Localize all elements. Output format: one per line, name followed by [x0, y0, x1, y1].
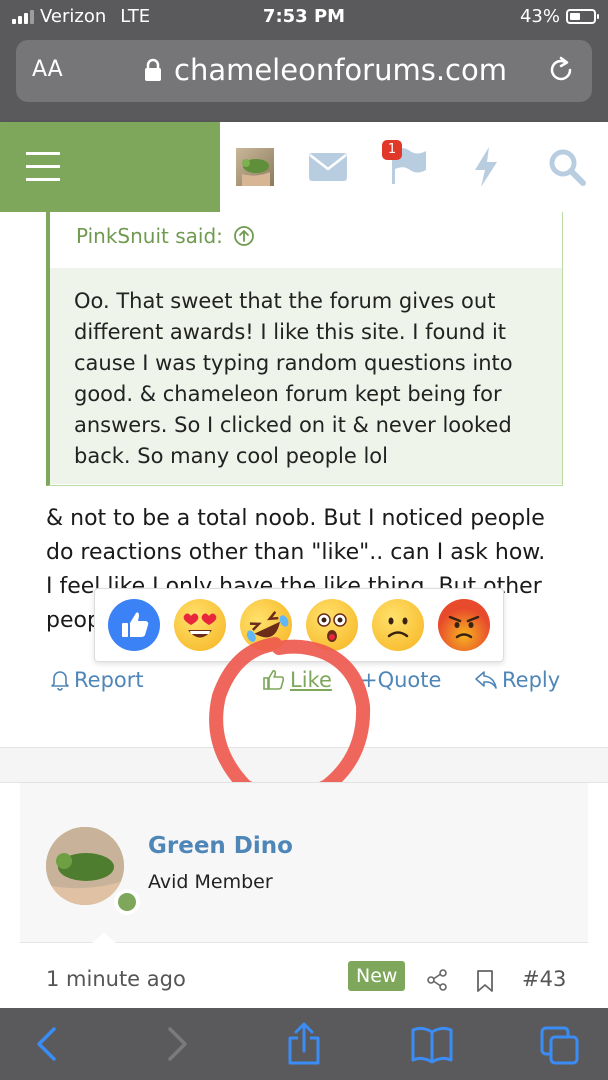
battery-indicator: 43%: [519, 6, 599, 27]
quote-label: +Quote: [360, 668, 442, 692]
bookmark-icon[interactable]: [476, 969, 494, 993]
quote-text: Oo. That sweet that the forum gives out …: [50, 268, 562, 484]
post-number[interactable]: #43: [522, 967, 566, 991]
browser-chrome: Verizon LTE 7:53 PM 43% AA chameleonforu…: [0, 0, 608, 122]
love-reaction-icon[interactable]: [174, 599, 226, 651]
thumbs-up-icon: [263, 670, 285, 690]
wow-reaction-icon[interactable]: [306, 599, 358, 651]
envelope-icon[interactable]: [308, 152, 348, 182]
chameleon-image: [242, 159, 270, 186]
tabs-icon[interactable]: [540, 1026, 580, 1066]
haha-reaction-icon[interactable]: [231, 590, 301, 660]
search-icon[interactable]: [548, 148, 586, 186]
quote-author: PinkSnuit said:: [76, 224, 223, 248]
battery-icon: [566, 9, 599, 24]
online-status-icon: [114, 889, 140, 915]
like-reaction-icon[interactable]: [108, 599, 160, 651]
quote-block: PinkSnuit said: Oo. That sweet that the …: [46, 212, 563, 486]
chameleon-image: [46, 827, 124, 905]
next-post: Green Dino Avid Member 1 minute ago New …: [0, 782, 608, 1008]
user-info-block: Green Dino Avid Member: [20, 783, 588, 951]
user-title: Avid Member: [148, 871, 273, 893]
site-navbar: [0, 122, 608, 212]
reply-icon: [475, 671, 497, 689]
report-label: Report: [74, 668, 144, 692]
jump-up-icon[interactable]: [233, 225, 255, 247]
share-icon[interactable]: [426, 969, 448, 991]
forum-post: PinkSnuit said: Oo. That sweet that the …: [0, 212, 608, 748]
like-label: Like: [290, 668, 332, 692]
clock: 7:53 PM: [262, 6, 346, 27]
menu-icon[interactable]: [0, 122, 220, 212]
alerts-badge: 1: [382, 140, 402, 160]
report-button[interactable]: Report: [50, 668, 144, 692]
reply-button[interactable]: Reply: [474, 668, 560, 692]
message-line: & not to be a total noob. But I noticed …: [46, 506, 545, 531]
user-avatar[interactable]: [236, 148, 274, 186]
text-size-button[interactable]: AA: [32, 57, 63, 82]
reaction-picker: [94, 588, 504, 662]
address-bar[interactable]: AA chameleonforums.com: [16, 40, 592, 102]
message-line: do reactions other than "like".. can I a…: [46, 540, 546, 565]
back-icon[interactable]: [34, 1026, 58, 1062]
sad-reaction-icon[interactable]: [372, 599, 424, 651]
quote-button[interactable]: +Quote: [360, 668, 441, 692]
forward-icon[interactable]: [166, 1026, 190, 1062]
reload-icon[interactable]: [546, 55, 576, 85]
browser-toolbar: [0, 1008, 608, 1080]
quote-header[interactable]: PinkSnuit said:: [76, 224, 255, 248]
lock-icon: [145, 58, 161, 81]
bookmarks-icon[interactable]: [410, 1026, 454, 1064]
user-avatar-large[interactable]: [46, 827, 124, 905]
new-badge: New: [348, 961, 406, 991]
post-meta: 1 minute ago New #43: [0, 961, 608, 1007]
url-text[interactable]: chameleonforums.com: [174, 53, 507, 87]
reply-label: Reply: [502, 668, 561, 692]
status-bar: Verizon LTE 7:53 PM 43%: [0, 0, 608, 34]
angry-reaction-icon[interactable]: [438, 599, 490, 651]
like-button[interactable]: Like: [262, 668, 332, 692]
post-timestamp[interactable]: 1 minute ago: [46, 967, 186, 991]
username-link[interactable]: Green Dino: [148, 833, 293, 859]
share-sheet-icon[interactable]: [286, 1022, 322, 1066]
post-actions: Report Like +Quote Reply: [0, 664, 608, 700]
bell-icon: [51, 671, 69, 691]
battery-percent: 43%: [519, 6, 560, 27]
arrow-notch: [82, 933, 126, 951]
bolt-icon[interactable]: [472, 146, 500, 188]
